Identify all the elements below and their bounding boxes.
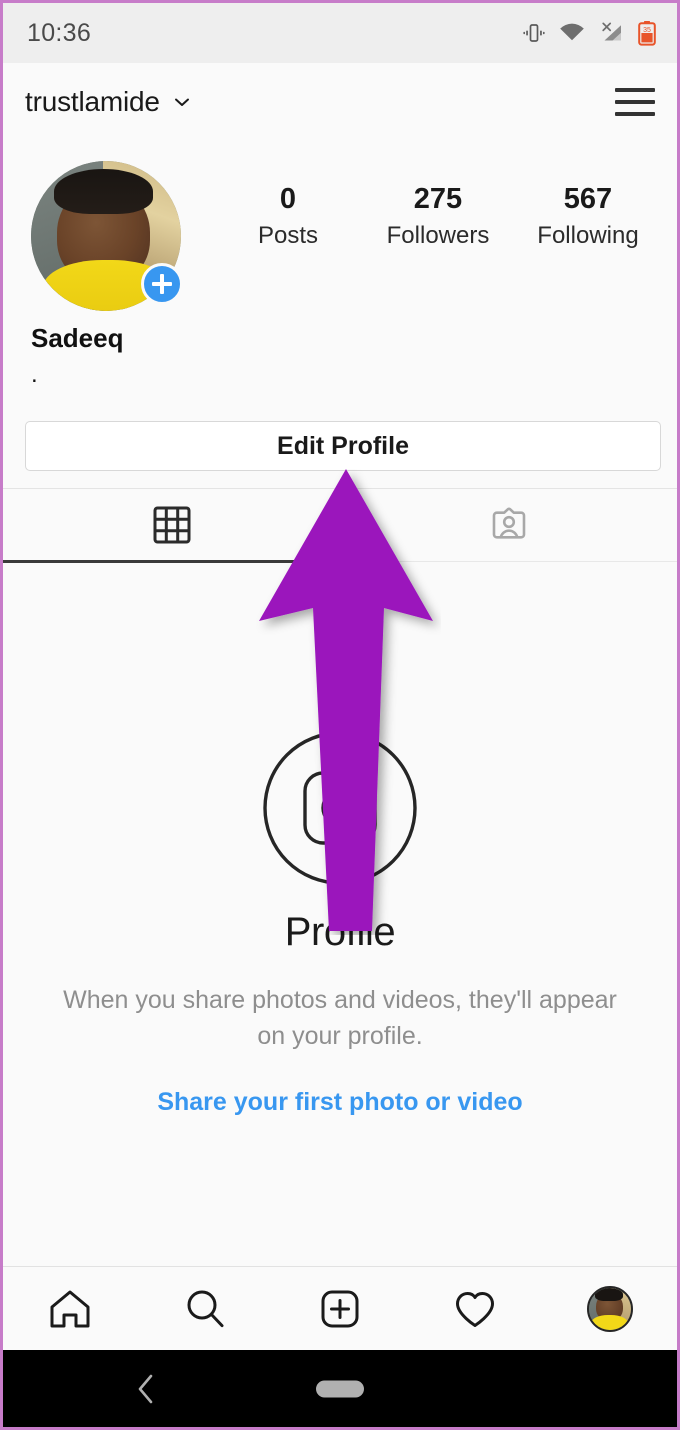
- wifi-icon: [560, 23, 584, 41]
- nav-avatar-shirt: [591, 1315, 629, 1330]
- profile-username: trustlamide: [25, 86, 160, 117]
- tabs-hairline: [340, 561, 677, 562]
- nav-home[interactable]: [3, 1286, 138, 1332]
- username-switcher[interactable]: trustlamide: [25, 86, 193, 118]
- heart-icon: [455, 1291, 494, 1327]
- android-navigation-bar: [3, 1350, 677, 1427]
- nav-create[interactable]: [273, 1286, 408, 1332]
- hamburger-bar: [615, 100, 655, 104]
- stat-label: Following: [537, 222, 639, 250]
- status-bar: 10:36 35: [3, 3, 677, 63]
- camera-in-circle-icon: [263, 731, 417, 885]
- avatar-hair: [53, 168, 153, 214]
- stat-value: 0: [279, 183, 297, 215]
- grid-tab[interactable]: [3, 489, 340, 561]
- svg-text:35: 35: [643, 27, 651, 34]
- stat-posts[interactable]: 0 Posts: [213, 183, 363, 250]
- home-icon: [50, 1290, 90, 1327]
- share-first-photo-link[interactable]: Share your first photo or video: [157, 1088, 522, 1117]
- profile-avatar-wrapper[interactable]: [31, 161, 183, 311]
- nav-activity[interactable]: [407, 1286, 542, 1332]
- search-icon: [187, 1290, 224, 1327]
- hamburger-bar: [615, 88, 655, 92]
- profile-stats: 0 Posts 275 Followers 567 Following: [213, 183, 663, 250]
- empty-state-section: Profile When you share photos and videos…: [3, 563, 677, 1263]
- bottom-navigation-bar: [3, 1266, 677, 1350]
- avatar-icon[interactable]: [586, 1285, 633, 1332]
- edit-profile-button[interactable]: Edit Profile: [25, 421, 661, 471]
- stat-following[interactable]: 567 Following: [513, 183, 663, 250]
- battery-low-icon: 35: [638, 21, 656, 46]
- home-pill-icon[interactable]: [316, 1380, 364, 1397]
- hamburger-menu-icon[interactable]: [615, 88, 655, 116]
- empty-state-description: When you share photos and videos, they'l…: [63, 986, 617, 1050]
- add-story-plus-icon[interactable]: [141, 263, 183, 305]
- hamburger-bar: [615, 112, 655, 116]
- profile-header-section: 0 Posts 275 Followers 567 Following Sade…: [3, 141, 677, 413]
- status-bar-icons: 35: [522, 20, 657, 46]
- tagged-tab[interactable]: [340, 489, 677, 561]
- nav-profile[interactable]: [542, 1285, 677, 1332]
- nav-search[interactable]: [138, 1286, 273, 1332]
- status-bar-clock: 10:36: [27, 18, 92, 47]
- plus-square-icon: [321, 1290, 359, 1327]
- empty-state-title: Profile: [284, 910, 396, 954]
- grid-icon: [153, 506, 190, 544]
- stat-value: 567: [563, 183, 613, 215]
- app-header: trustlamide: [3, 63, 677, 141]
- profile-bio: .: [31, 361, 38, 388]
- back-chevron-icon[interactable]: [133, 1372, 159, 1406]
- stat-label: Followers: [386, 222, 490, 250]
- cellular-no-signal-icon: [602, 22, 621, 41]
- chevron-down-icon: [174, 98, 189, 106]
- nav-avatar-hair: [594, 1288, 624, 1301]
- phone-screenshot-frame: 10:36 35 trustlamide 0 Posts 275 Followe…: [0, 0, 680, 1430]
- tagged-person-icon: [492, 507, 525, 539]
- profile-full-name: Sadeeq: [31, 323, 124, 353]
- profile-tabs: [3, 489, 677, 561]
- stat-followers[interactable]: 275 Followers: [363, 183, 513, 250]
- stat-value: 275: [413, 183, 463, 215]
- stat-label: Posts: [257, 222, 319, 250]
- vibrate-icon: [523, 24, 545, 42]
